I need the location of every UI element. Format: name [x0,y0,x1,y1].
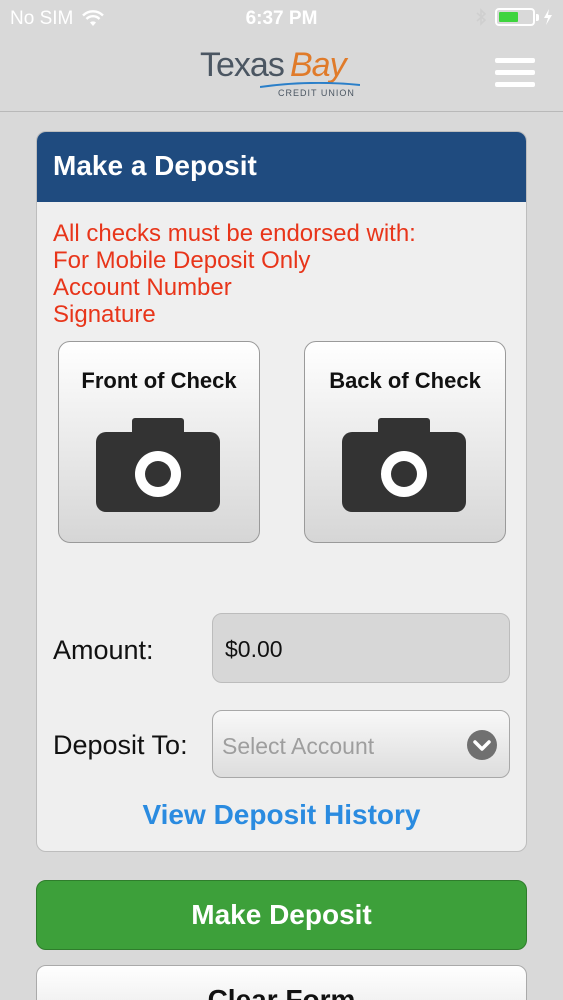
status-right [475,8,553,26]
texas-bay-logo: Texas Bay CREDIT UNION [200,46,370,104]
battery-icon [495,8,539,26]
camera-icon [96,418,220,512]
logo-text-texas: Texas [200,46,285,84]
deposit-card: Make a Deposit All checks must be endors… [36,131,527,852]
app-header: Texas Bay CREDIT UNION [0,38,563,112]
notice-line: Signature [53,301,156,328]
make-deposit-button[interactable]: Make Deposit [36,880,527,950]
notice-line: Account Number [53,274,232,301]
chevron-down-icon [467,730,497,760]
logo-subtext: CREDIT UNION [278,88,355,98]
select-account-placeholder: Select Account [222,733,375,759]
notice-line: For Mobile Deposit Only [53,247,311,274]
front-of-check-button[interactable]: Front of Check [58,341,260,543]
clear-form-button[interactable]: Clear Form [36,965,527,1000]
deposit-to-label: Deposit To: [53,730,188,760]
amount-input[interactable]: $0.00 [212,613,510,683]
notice-line: All checks must be endorsed with: [53,220,416,247]
endorsement-notice: All checks must be endorsed with: For Mo… [37,202,526,328]
front-of-check-label: Front of Check [81,368,237,393]
view-deposit-history-link[interactable]: View Deposit History [37,799,526,831]
card-title: Make a Deposit [37,132,526,202]
deposit-to-select[interactable]: Select Account [212,710,510,778]
status-bar: No SIM 6:37 PM [0,0,563,38]
logo-text-bay: Bay [290,46,347,84]
bluetooth-icon [476,8,487,26]
back-of-check-button[interactable]: Back of Check [304,341,506,543]
amount-label: Amount: [53,635,154,665]
battery-tip [536,14,539,21]
camera-icon [342,418,466,512]
back-of-check-label: Back of Check [329,368,481,393]
hamburger-menu-icon[interactable] [495,58,535,90]
battery-level [499,12,519,22]
charging-bolt-icon [544,9,552,25]
